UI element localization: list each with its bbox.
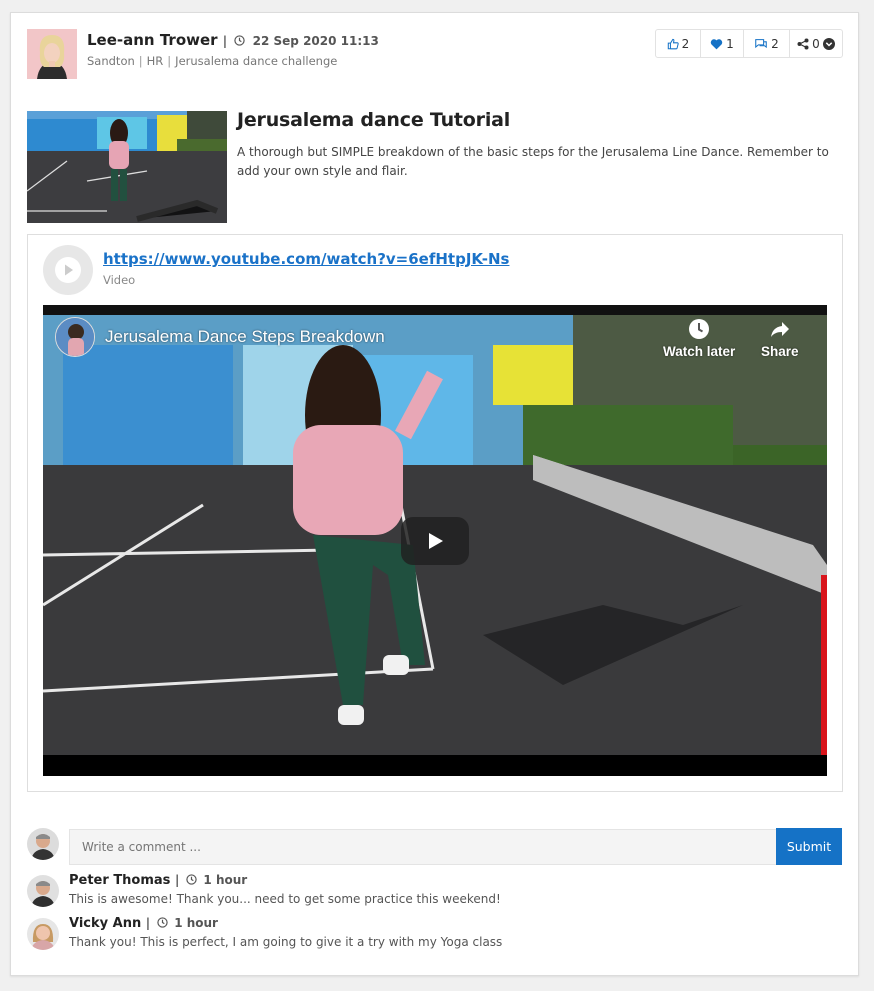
share-count: 0 — [812, 36, 820, 51]
share-icon — [797, 38, 809, 49]
post-context: Sandton | HR | Jerusalema dance challenge — [87, 54, 337, 68]
post-description: A thorough but SIMPLE breakdown of the b… — [237, 145, 829, 178]
group-link[interactable]: Jerusalema dance challenge — [175, 54, 337, 68]
heart-icon — [710, 38, 723, 49]
post-thumbnail[interactable] — [27, 111, 227, 223]
meta-separator: | — [222, 34, 228, 48]
embed-type-label: Video — [103, 273, 136, 287]
share-label: Share — [761, 344, 799, 359]
submit-button[interactable]: Submit — [776, 828, 842, 865]
comment-time: 1 hour — [203, 873, 248, 887]
clock-icon — [156, 917, 168, 928]
author-header: Lee-ann Trower | 22 Sep 2020 11:13 — [87, 31, 379, 49]
comment-count: 2 — [771, 36, 779, 51]
clock-icon — [689, 319, 710, 339]
post-date: 22 Sep 2020 11:13 — [252, 34, 379, 48]
play-icon — [429, 533, 443, 549]
chevron-down-icon[interactable] — [822, 37, 835, 50]
embed-play-icon[interactable] — [43, 245, 93, 295]
share-arrow-icon — [770, 322, 789, 337]
video-title[interactable]: Jerusalema Dance Steps Breakdown — [105, 327, 385, 347]
comment-composer: Submit — [27, 828, 843, 865]
comment-header: Vicky Ann | 1 hour — [69, 916, 218, 931]
comment-text: This is awesome! Thank you... need to ge… — [69, 892, 501, 906]
meta-separator: | — [145, 916, 151, 930]
commenter-name[interactable]: Peter Thomas — [69, 873, 170, 888]
location-link[interactable]: Sandton — [87, 54, 135, 68]
clock-icon — [186, 874, 197, 885]
author-avatar[interactable] — [27, 29, 77, 79]
commenter-name[interactable]: Vicky Ann — [69, 916, 141, 931]
like-button[interactable]: 2 — [656, 30, 701, 57]
divider: | — [138, 54, 143, 68]
comment-text: Thank you! This is perfect, I am going t… — [69, 935, 503, 949]
divider: | — [167, 54, 172, 68]
commenter-avatar[interactable] — [27, 918, 59, 950]
share-button[interactable]: 0 — [790, 30, 842, 57]
video-player[interactable]: Jerusalema Dance Steps Breakdown Watch l… — [43, 305, 827, 776]
watch-later-button[interactable]: Watch later — [663, 317, 735, 359]
link-embed: https://www.youtube.com/watch?v=6efHtpJK… — [27, 234, 843, 792]
love-count: 1 — [726, 36, 734, 51]
love-button[interactable]: 1 — [701, 30, 744, 57]
watch-later-label: Watch later — [663, 344, 736, 359]
embed-url-link[interactable]: https://www.youtube.com/watch?v=6efHtpJK… — [103, 250, 509, 268]
meta-separator: | — [174, 873, 180, 887]
comment-button[interactable]: 2 — [744, 30, 790, 57]
comment-header: Peter Thomas | 1 hour — [69, 873, 247, 888]
clock-icon — [234, 35, 246, 46]
current-user-avatar — [27, 828, 59, 860]
post-title[interactable]: Jerusalema dance Tutorial — [237, 109, 510, 131]
post-card: Lee-ann Trower | 22 Sep 2020 11:13 Sandt… — [10, 12, 859, 976]
channel-avatar[interactable] — [55, 317, 95, 357]
comment-time: 1 hour — [174, 916, 218, 930]
comment-icon — [755, 38, 767, 48]
department-link[interactable]: HR — [147, 54, 164, 68]
post-actions: 2 1 2 0 — [655, 29, 843, 58]
author-name[interactable]: Lee-ann Trower — [87, 31, 218, 49]
play-icon — [55, 257, 81, 283]
commenter-avatar[interactable] — [27, 875, 59, 907]
comment-input[interactable] — [69, 829, 777, 865]
thumbs-up-icon — [667, 38, 679, 49]
video-share-button[interactable]: Share — [761, 317, 799, 359]
like-count: 2 — [681, 36, 690, 51]
video-play-button[interactable] — [401, 517, 469, 565]
